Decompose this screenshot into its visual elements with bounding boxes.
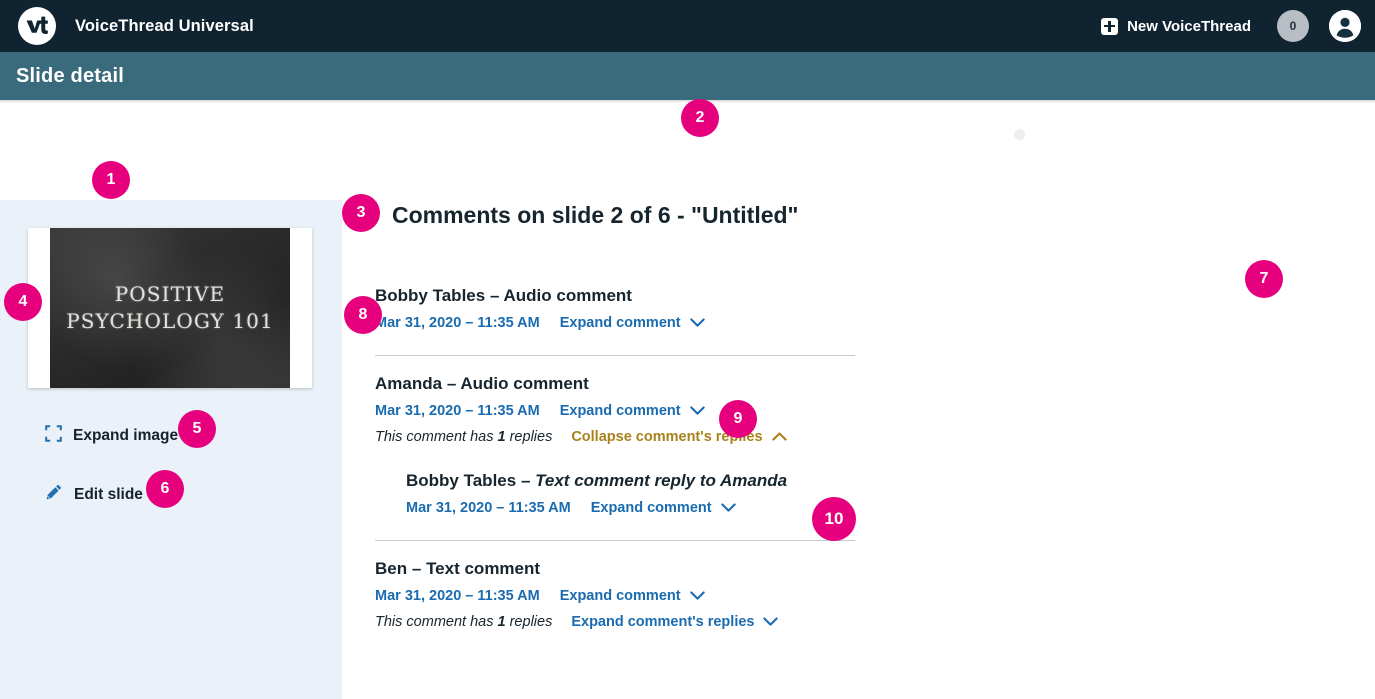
slide-thumbnail-image: POSITIVE PSYCHOLOGY 101	[50, 228, 290, 388]
slide-detail-page: VoiceThread Universal New VoiceThread 0 …	[0, 0, 1375, 699]
comment-0-kind: Audio comment	[503, 286, 632, 305]
comment-2-replies-toggle[interactable]: Expand comment's replies	[571, 614, 779, 630]
comment-2-replies-row: This comment has 1 replies Expand comment…	[375, 614, 855, 630]
chevron-down-icon	[689, 588, 705, 604]
plus-square-icon	[1101, 17, 1119, 35]
chevron-down-icon	[689, 315, 705, 331]
comment-item: Amanda – Audio comment Mar 31, 2020 – 11:…	[375, 374, 855, 541]
comment-2-replies-toggle-label: Expand comment's replies	[571, 614, 755, 630]
loading-dot	[1014, 129, 1025, 140]
comment-2-date: Mar 31, 2020 – 11:35 AM	[375, 588, 540, 604]
comment-2-separator: –	[411, 559, 422, 578]
comment-1-reply-kind: Text comment reply to Amanda	[535, 471, 788, 490]
chevron-down-icon	[763, 614, 779, 630]
edit-slide-label: Edit slide	[74, 485, 143, 503]
comment-1-kind: Audio comment	[460, 374, 589, 393]
comment-1-replies-count-text: This comment has 1 replies	[375, 429, 553, 445]
expand-image-button[interactable]: Expand image	[45, 425, 178, 447]
comment-1-reply-title: Bobby Tables – Text comment reply to Ama…	[406, 471, 855, 491]
comment-1-expand-label: Expand comment	[559, 403, 681, 419]
topbar-actions: New VoiceThread 0	[1101, 10, 1375, 42]
comment-1-reply-date: Mar 31, 2020 – 11:35 AM	[406, 500, 571, 516]
new-voicethread-label: New VoiceThread	[1127, 17, 1251, 35]
comment-0-meta: Mar 31, 2020 – 11:35 AM Expand comment	[375, 315, 855, 331]
comment-0-expand-label: Expand comment	[559, 315, 681, 331]
thumbnail-line-1: POSITIVE	[114, 282, 226, 307]
comment-2-author: Ben	[375, 559, 408, 578]
comment-0-separator: –	[489, 286, 500, 305]
top-navigation-bar: VoiceThread Universal New VoiceThread 0	[0, 0, 1375, 52]
comment-1-reply-meta: Mar 31, 2020 – 11:35 AM Expand comment	[406, 500, 855, 516]
expand-fullscreen-icon	[45, 425, 62, 447]
slide-navigation-row: Thread overview Previous slide Next slid…	[0, 103, 1375, 261]
chevron-down-icon	[689, 403, 705, 419]
comment-1-expand-button[interactable]: Expand comment	[560, 403, 705, 419]
comment-1-title: Amanda – Audio comment	[375, 374, 855, 394]
new-voicethread-button[interactable]: New VoiceThread	[1101, 17, 1251, 35]
comment-2-expand-label: Expand comment	[559, 588, 681, 604]
comment-item: Ben – Text comment Mar 31, 2020 – 11:35 A…	[375, 559, 855, 644]
comment-0-author: Bobby Tables	[375, 286, 486, 305]
comment-2-expand-button[interactable]: Expand comment	[560, 588, 705, 604]
page-title: Slide detail	[16, 64, 124, 87]
comment-1-reply-expand-label: Expand comment	[590, 500, 712, 516]
chevron-up-icon	[771, 429, 787, 445]
edit-slide-button[interactable]: Edit slide	[45, 483, 143, 506]
slide-thumbnail[interactable]: POSITIVE PSYCHOLOGY 101	[28, 228, 312, 388]
thumbnail-line-2: PSYCHOLOGY 101	[66, 309, 274, 333]
comment-0-expand-button[interactable]: Expand comment	[560, 315, 705, 331]
comment-1-replies-toggle[interactable]: Collapse comment's replies	[571, 429, 787, 445]
comment-2-kind: Text comment	[426, 559, 541, 578]
vt-logo-icon[interactable]	[18, 7, 56, 45]
comments-heading: Comments on slide 2 of 6 - "Untitled"	[392, 202, 799, 228]
comment-1-reply-expand-button[interactable]: Expand comment	[591, 500, 736, 516]
comment-2-title: Ben – Text comment	[375, 559, 855, 579]
slide-thumbnail-text: POSITIVE PSYCHOLOGY 101	[66, 281, 274, 335]
pencil-icon	[45, 483, 63, 506]
comments-panel: Comments on slide 2 of 6 - "Untitled" Bo…	[342, 200, 1375, 699]
slide-sidebar: POSITIVE PSYCHOLOGY 101 Expand image Edi…	[0, 200, 342, 699]
comment-2-replies-count-text: This comment has 1 replies	[375, 614, 553, 630]
comment-0-title: Bobby Tables – Audio comment	[375, 286, 855, 306]
comment-1-author: Amanda	[375, 374, 443, 393]
comment-1-date: Mar 31, 2020 – 11:35 AM	[375, 403, 540, 419]
expand-image-label: Expand image	[73, 427, 179, 444]
comment-item: Bobby Tables – Audio comment Mar 31, 2020…	[375, 286, 855, 356]
user-avatar-icon[interactable]	[1329, 10, 1361, 42]
comment-2-meta: Mar 31, 2020 – 11:35 AM Expand comment	[375, 588, 855, 604]
comment-list: Bobby Tables – Audio comment Mar 31, 2020…	[375, 286, 855, 644]
comment-1-replies-row: This comment has 1 replies Collapse comme…	[375, 429, 855, 445]
comment-1-reply-separator: –	[520, 471, 531, 490]
comment-1-reply-author: Bobby Tables	[406, 471, 517, 490]
chevron-down-icon	[720, 500, 736, 516]
comment-1-replies-toggle-label: Collapse comment's replies	[571, 429, 763, 445]
comment-1-meta: Mar 31, 2020 – 11:35 AM Expand comment	[375, 403, 855, 419]
comment-1-reply: Bobby Tables – Text comment reply to Ama…	[406, 471, 855, 516]
notification-count-badge[interactable]: 0	[1277, 10, 1309, 42]
comment-0-date: Mar 31, 2020 – 11:35 AM	[375, 315, 540, 331]
brand-title: VoiceThread Universal	[75, 16, 254, 35]
page-title-band: Slide detail	[0, 52, 1375, 100]
comment-1-separator: –	[446, 374, 457, 393]
